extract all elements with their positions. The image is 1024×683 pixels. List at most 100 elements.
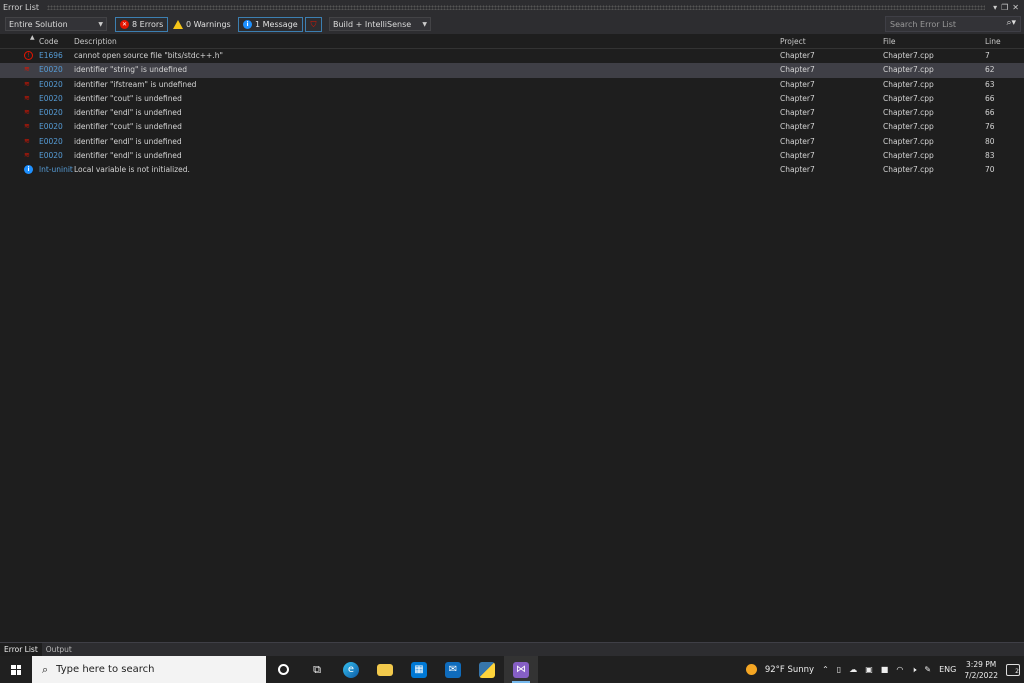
- row-code-link[interactable]: E0020: [39, 122, 63, 131]
- row-code-link[interactable]: E0020: [39, 80, 63, 89]
- cortana-button[interactable]: [266, 656, 300, 683]
- app-tray-icon[interactable]: ▣: [865, 665, 873, 674]
- restore-icon[interactable]: ❐: [1001, 3, 1008, 12]
- search-placeholder: Search Error List: [890, 19, 957, 29]
- clock-time: 3:29 PM: [966, 659, 997, 669]
- row-file: Chapter7.cpp: [883, 136, 934, 146]
- table-row[interactable]: ≋ E0020 identifier "endl" is undefined Chap…: [0, 149, 1024, 163]
- source-dropdown[interactable]: Build + IntelliSense ▼: [329, 17, 431, 31]
- row-file: Chapter7.cpp: [883, 65, 934, 75]
- search-error-list-input[interactable]: Search Error List ⌕▾: [885, 16, 1021, 32]
- row-file: Chapter7.cpp: [883, 165, 934, 175]
- row-line: 66: [985, 108, 995, 118]
- task-view-icon: ⧉: [313, 662, 321, 676]
- notification-center-icon[interactable]: 2: [1006, 663, 1020, 676]
- squiggle-error-icon: ≋: [24, 136, 30, 145]
- row-code-link[interactable]: E0020: [39, 137, 63, 146]
- row-code-link[interactable]: E0020: [39, 94, 63, 103]
- row-description: identifier "cout" is undefined: [74, 122, 182, 132]
- column-header-row: ▲ Code Description Project File Line: [0, 34, 1024, 49]
- column-header-file[interactable]: File: [883, 37, 896, 46]
- taskbar-visual-studio[interactable]: ⋈: [504, 656, 538, 683]
- messages-filter-button[interactable]: i 1 Message: [238, 17, 303, 32]
- close-icon[interactable]: ✕: [1012, 3, 1019, 12]
- language-indicator[interactable]: ENG: [939, 665, 956, 674]
- table-row[interactable]: ≋ E0020 identifier "endl" is undefined Chap…: [0, 106, 1024, 120]
- bottom-tab-strip: Error List Output: [0, 642, 1024, 656]
- taskbar-store[interactable]: ▦: [402, 656, 436, 683]
- chevron-down-icon: ▼: [422, 21, 427, 28]
- chevron-down-icon: ▼: [98, 21, 103, 28]
- row-description: identifier "endl" is undefined: [74, 136, 182, 146]
- tab-output[interactable]: Output: [42, 643, 76, 656]
- task-view-button[interactable]: ⧉: [300, 656, 334, 683]
- row-description: identifier "string" is undefined: [74, 65, 187, 75]
- table-row[interactable]: ≋ E0020 identifier "ifstream" is undefined…: [0, 78, 1024, 92]
- show-hidden-icons-chevron-icon[interactable]: ⌃: [822, 665, 829, 674]
- table-row[interactable]: ≋ E0020 identifier "string" is undefined Ch…: [0, 63, 1024, 78]
- row-code-link[interactable]: E0020: [39, 151, 63, 160]
- cloud-tray-icon[interactable]: ☁: [849, 665, 857, 674]
- row-code-link[interactable]: E0020: [39, 65, 63, 74]
- windows-logo-icon: [11, 664, 21, 675]
- notification-count: 2: [1015, 667, 1019, 675]
- taskbar-mail[interactable]: ✉: [436, 656, 470, 683]
- errors-filter-button[interactable]: ✕ 8 Errors: [115, 17, 169, 32]
- squiggle-error-icon: ≋: [24, 79, 30, 88]
- taskbar-edge[interactable]: e: [334, 656, 368, 683]
- start-button[interactable]: [0, 656, 32, 683]
- volume-muted-icon[interactable]: 🕨: [911, 665, 916, 675]
- sort-indicator-icon: ▲: [30, 34, 35, 41]
- row-description: identifier "endl" is undefined: [74, 108, 182, 118]
- scope-dropdown[interactable]: Entire Solution ▼: [5, 17, 107, 31]
- row-code-link[interactable]: E0020: [39, 108, 63, 117]
- row-line: 80: [985, 136, 995, 146]
- row-file: Chapter7.cpp: [883, 122, 934, 132]
- weather-sun-icon[interactable]: [745, 664, 757, 675]
- battery-tray-icon[interactable]: ▯: [837, 665, 841, 674]
- row-project: Chapter7: [780, 79, 815, 89]
- weather-text[interactable]: 92°F Sunny: [765, 665, 814, 675]
- column-header-line[interactable]: Line: [985, 37, 1001, 46]
- wifi-icon[interactable]: ◠: [896, 665, 903, 674]
- taskbar-python[interactable]: [470, 656, 504, 683]
- taskbar-clock[interactable]: 3:29 PM 7/2/2022: [964, 659, 998, 681]
- column-header-description[interactable]: Description: [74, 37, 117, 46]
- windows-taskbar: ⌕ Type here to search ⧉ e ▦ ✉ ⋈ 92°F Sun…: [0, 656, 1024, 683]
- table-row[interactable]: ≋ E0020 identifier "cout" is undefined Chap…: [0, 120, 1024, 134]
- tab-error-list[interactable]: Error List: [0, 643, 42, 656]
- column-header-code[interactable]: Code: [39, 37, 58, 46]
- error-list-toolbar: Entire Solution ▼ ✕ 8 Errors 0 Warnings …: [0, 15, 1024, 34]
- titlebar-grip[interactable]: [47, 5, 986, 10]
- taskbar-file-explorer[interactable]: [368, 656, 402, 683]
- row-file: Chapter7.cpp: [883, 108, 934, 118]
- source-value: Build + IntelliSense: [333, 19, 412, 29]
- squiggle-error-icon: ≋: [24, 65, 30, 74]
- error-list-panel: Error List ▾ ❐ ✕ Entire Solution ▼ ✕ 8 E…: [0, 0, 1024, 656]
- mail-icon: ✉: [445, 661, 461, 678]
- visual-studio-icon: ⋈: [513, 661, 529, 678]
- search-icon[interactable]: ⌕▾: [1006, 18, 1016, 28]
- camera-tray-icon[interactable]: ■: [881, 665, 889, 674]
- table-row[interactable]: i lnt-uninit Local variable is not initial…: [0, 163, 1024, 177]
- system-tray: 92°F Sunny ⌃ ▯ ☁ ▣ ■ ◠ 🕨 ✎ ENG 3:29 PM 7…: [745, 656, 1024, 683]
- table-row[interactable]: ≋ E0020 identifier "cout" is undefined Chap…: [0, 92, 1024, 106]
- taskbar-search-box[interactable]: ⌕ Type here to search: [32, 656, 266, 683]
- row-file: Chapter7.cpp: [883, 79, 934, 89]
- warnings-filter-button[interactable]: 0 Warnings: [168, 17, 236, 32]
- row-code-link[interactable]: E1696: [39, 51, 63, 60]
- table-row[interactable]: ! E1696 cannot open source file "bits/stdc…: [0, 49, 1024, 63]
- window-position-dropdown-icon[interactable]: ▾: [993, 3, 997, 12]
- pen-tray-icon[interactable]: ✎: [924, 665, 931, 674]
- row-code-link[interactable]: lnt-uninit: [39, 165, 73, 174]
- python-icon: [479, 661, 495, 678]
- store-icon: ▦: [411, 661, 427, 678]
- table-row[interactable]: ≋ E0020 identifier "endl" is undefined Chap…: [0, 135, 1024, 149]
- panel-titlebar[interactable]: Error List ▾ ❐ ✕: [0, 0, 1024, 15]
- row-description: identifier "cout" is undefined: [74, 93, 182, 103]
- row-line: 66: [985, 93, 995, 103]
- clear-filter-button[interactable]: ⛉: [305, 17, 322, 32]
- info-icon: i: [243, 20, 252, 29]
- column-header-project[interactable]: Project: [780, 37, 806, 46]
- row-project: Chapter7: [780, 165, 815, 175]
